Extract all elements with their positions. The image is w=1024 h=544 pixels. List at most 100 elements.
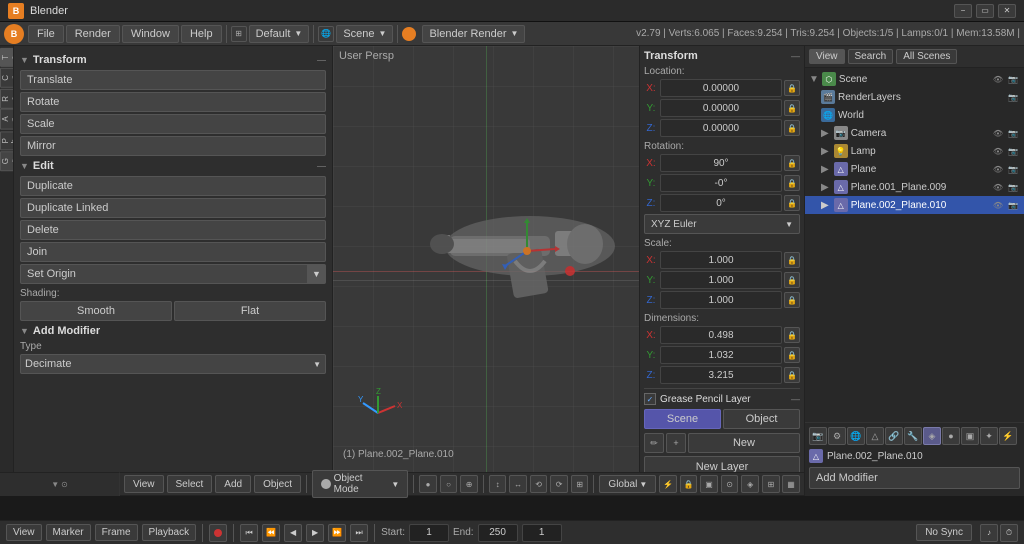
outliner-item-plane001[interactable]: ▶ △ Plane.001_Plane.009 👁 📷 <box>805 178 1024 196</box>
dim-x-field[interactable]: 0.498 <box>660 326 782 344</box>
rotate-btn[interactable]: Rotate <box>20 92 326 112</box>
plane-render[interactable]: 📷 <box>1006 162 1020 176</box>
delete-btn[interactable]: Delete <box>20 220 326 240</box>
outliner-item-world[interactable]: 🌐 World <box>805 106 1024 124</box>
loc-z-lock[interactable]: 🔒 <box>784 120 800 136</box>
cam-render[interactable]: 📷 <box>1006 126 1020 140</box>
flat-btn[interactable]: Flat <box>174 301 326 321</box>
tl-step-back[interactable]: ⏪ <box>262 524 280 542</box>
outliner-item-plane[interactable]: ▶ △ Plane 👁 📷 <box>805 160 1024 178</box>
prop-particles-icon[interactable]: ✦ <box>980 427 998 445</box>
pl001-render[interactable]: 📷 <box>1006 180 1020 194</box>
prop-constraints-icon[interactable]: 🔗 <box>885 427 903 445</box>
rot-y-field[interactable]: -0° <box>660 174 782 192</box>
pl002-render[interactable]: 📷 <box>1006 198 1020 212</box>
rot-x-field[interactable]: 90° <box>660 154 782 172</box>
restore-btn[interactable]: ▭ <box>976 4 994 18</box>
prop-render-icon[interactable]: 📷 <box>809 427 827 445</box>
vp-btn-10[interactable]: 🔒 <box>680 475 698 493</box>
tl-play[interactable]: ▶ <box>306 524 324 542</box>
viewport-btn-5[interactable]: ↔ <box>509 475 527 493</box>
blender-logo[interactable]: B <box>4 24 24 44</box>
start-frame-field[interactable]: 1 <box>409 524 449 542</box>
modifier-type-dropdown[interactable]: Decimate ▼ <box>20 354 326 374</box>
translate-btn[interactable]: Translate <box>20 70 326 90</box>
prop-scene-icon[interactable]: ⚙ <box>828 427 846 445</box>
current-frame-field[interactable]: 1 <box>522 524 562 542</box>
global-selector[interactable]: Global ▼ <box>599 475 656 493</box>
pl001-vis[interactable]: 👁 <box>991 180 1005 194</box>
viewport[interactable]: User Persp <box>333 46 639 496</box>
viewport-btn-8[interactable]: ⊞ <box>571 475 589 493</box>
scale-y-lock[interactable]: 🔒 <box>784 272 800 288</box>
tl-step-fwd[interactable]: ⏩ <box>328 524 346 542</box>
gp-checkbox[interactable]: ✓ <box>644 393 656 405</box>
viewport-btn-6[interactable]: ⟲ <box>530 475 548 493</box>
minimize-btn[interactable]: − <box>954 4 972 18</box>
scale-y-field[interactable]: 1.000 <box>660 271 782 289</box>
help-menu[interactable]: Help <box>181 25 222 43</box>
window-menu[interactable]: Window <box>122 25 179 43</box>
scale-btn[interactable]: Scale <box>20 114 326 134</box>
outliner-item-plane002[interactable]: ▶ △ Plane.002_Plane.010 👁 📷 <box>805 196 1024 214</box>
outliner-tab-search[interactable]: Search <box>848 49 894 64</box>
tab-relations[interactable]: Rela <box>0 89 14 109</box>
loc-y-lock[interactable]: 🔒 <box>784 100 800 116</box>
rot-z-field[interactable]: 0° <box>660 194 782 212</box>
tab-animation[interactable]: Anim <box>0 109 14 130</box>
tl-jump-end[interactable]: ⏭ <box>350 524 368 542</box>
scale-x-lock[interactable]: 🔒 <box>784 252 800 268</box>
outliner-item-renderlayers[interactable]: 🎬 RenderLayers 📷 <box>805 88 1024 106</box>
vp-right-2[interactable]: ▦ <box>782 475 800 493</box>
scene-icon[interactable]: 🌐 <box>318 26 334 42</box>
rot-y-lock[interactable]: 🔒 <box>784 175 800 191</box>
dim-y-lock[interactable]: 🔒 <box>784 347 800 363</box>
tl-play-back[interactable]: ◀ <box>284 524 302 542</box>
viewport-btn-3[interactable]: ⊕ <box>460 475 478 493</box>
vp-btn-12[interactable]: ⊙ <box>721 475 739 493</box>
scene-render-btn[interactable]: 📷 <box>1006 72 1020 86</box>
window-controls[interactable]: − ▭ ✕ <box>954 4 1016 18</box>
cam-vis[interactable]: 👁 <box>991 126 1005 140</box>
set-origin-dropdown[interactable]: ▼ <box>308 264 326 284</box>
vp-btn-9[interactable]: ⚡ <box>659 475 677 493</box>
render-menu[interactable]: Render <box>66 25 120 43</box>
loc-y-field[interactable]: 0.00000 <box>660 99 782 117</box>
gp-object-tab[interactable]: Object <box>723 409 800 429</box>
rot-x-lock[interactable]: 🔒 <box>784 155 800 171</box>
scale-x-field[interactable]: 1.000 <box>660 251 782 269</box>
dim-z-lock[interactable]: 🔒 <box>784 367 800 383</box>
layout-icon[interactable]: ⊞ <box>231 26 247 42</box>
outliner-tab-all-scenes[interactable]: All Scenes <box>896 49 957 64</box>
sync-dropdown[interactable]: No Sync <box>916 524 972 541</box>
prop-physics-icon[interactable]: ⚡ <box>999 427 1017 445</box>
tl-audio-btn[interactable]: ♪ <box>980 524 998 542</box>
tab-physics[interactable]: Phy <box>0 131 14 150</box>
join-btn[interactable]: Join <box>20 242 326 262</box>
gp-scene-tab[interactable]: Scene <box>644 409 721 429</box>
dim-x-lock[interactable]: 🔒 <box>784 327 800 343</box>
viewport-btn-2[interactable]: ○ <box>440 475 458 493</box>
tl-playback-btn[interactable]: Playback <box>142 524 197 541</box>
tl-jump-start[interactable]: ⏮ <box>240 524 258 542</box>
gp-eraser-btn[interactable]: + <box>666 433 686 453</box>
lamp-vis[interactable]: 👁 <box>991 144 1005 158</box>
add-modifier-btn[interactable]: Add Modifier <box>809 467 1020 489</box>
vp-btn-11[interactable]: ▣ <box>700 475 718 493</box>
duplicate-linked-btn[interactable]: Duplicate Linked <box>20 198 326 218</box>
layout-selector[interactable]: Default ▼ <box>249 25 310 43</box>
viewport-btn-4[interactable]: ↕ <box>489 475 507 493</box>
duplicate-btn[interactable]: Duplicate <box>20 176 326 196</box>
tl-icon-1[interactable]: ▼ <box>51 480 59 489</box>
panel-minimize[interactable]: — <box>791 51 800 61</box>
tl-marker-btn[interactable]: Marker <box>46 524 91 541</box>
viewport-btn-7[interactable]: ⟳ <box>550 475 568 493</box>
tl-view-btn[interactable]: View <box>6 524 42 541</box>
outliner-item-lamp[interactable]: ▶ 💡 Lamp 👁 📷 <box>805 142 1024 160</box>
vp-right-1[interactable]: ⊞ <box>762 475 780 493</box>
rl-icon-btn[interactable]: 📷 <box>1006 90 1020 104</box>
rot-z-lock[interactable]: 🔒 <box>784 195 800 211</box>
tab-create[interactable]: Creat <box>0 68 14 88</box>
scale-z-lock[interactable]: 🔒 <box>784 292 800 308</box>
loc-z-field[interactable]: 0.00000 <box>660 119 782 137</box>
